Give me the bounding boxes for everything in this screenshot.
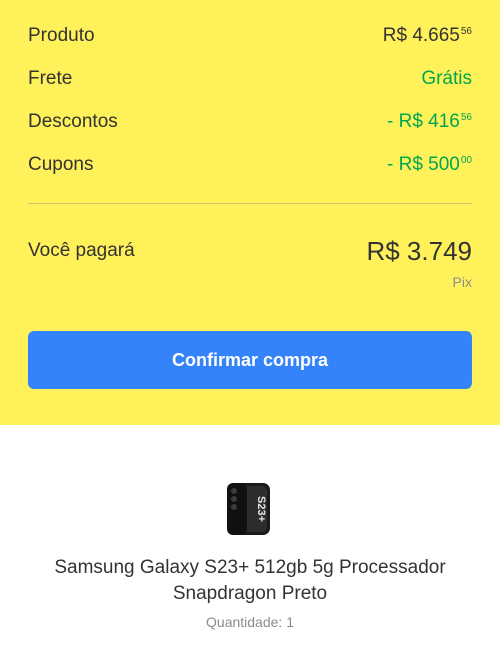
product-thumbnail-text: S23+ — [255, 496, 267, 522]
product-thumbnail: S23+ — [227, 483, 270, 535]
coupons-value: - R$ 50000 — [387, 154, 472, 176]
product-name: Samsung Galaxy S23+ 512gb 5g Processador… — [54, 557, 446, 604]
product-price: R$ 4.66556 — [383, 25, 472, 47]
discounts-value-main: - R$ 416 — [387, 111, 460, 132]
payment-method: Pix — [452, 274, 472, 290]
discounts-label: Descontos — [28, 111, 118, 132]
summary-row-shipping: Frete Grátis — [28, 65, 472, 93]
shipping-label: Frete — [28, 68, 73, 89]
summary-divider — [28, 203, 472, 204]
product-price-cents: 56 — [460, 26, 472, 37]
total-value: R$ 3.749 — [366, 236, 472, 266]
total-label: Você pagará — [28, 240, 135, 261]
product-price-main: R$ 4.665 — [382, 25, 460, 46]
order-summary: Produto R$ 4.66556 Frete Grátis Desconto… — [0, 0, 500, 425]
discounts-value: - R$ 41656 — [387, 111, 472, 133]
summary-row-product: Produto R$ 4.66556 — [28, 22, 472, 50]
confirm-purchase-button[interactable]: Confirmar compra — [28, 331, 472, 389]
shipping-value: Grátis — [421, 68, 472, 89]
coupons-value-main: - R$ 500 — [387, 154, 460, 175]
product-label: Produto — [28, 25, 95, 46]
coupons-label: Cupons — [28, 154, 94, 175]
summary-row-coupons: Cupons - R$ 50000 — [28, 151, 472, 179]
summary-row-discounts: Descontos - R$ 41656 — [28, 108, 472, 136]
coupons-value-cents: 00 — [460, 155, 472, 166]
discounts-value-cents: 56 — [460, 112, 472, 123]
product-quantity: Quantidade: 1 — [206, 614, 294, 630]
